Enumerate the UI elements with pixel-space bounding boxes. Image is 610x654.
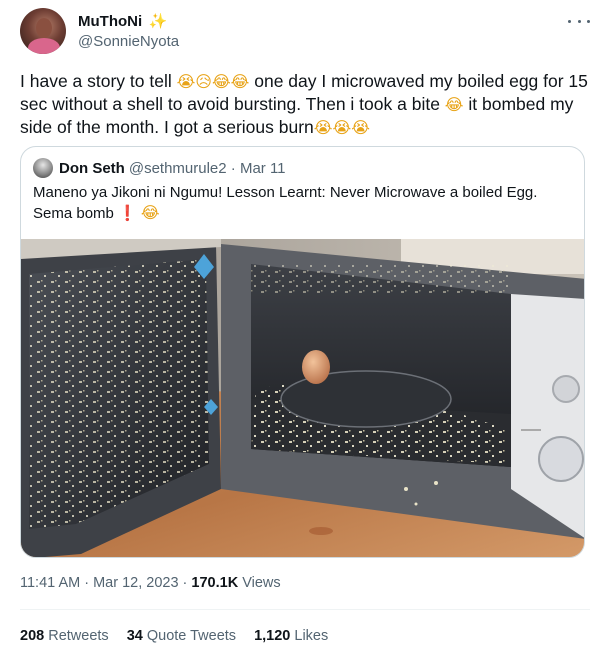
tweet-emoji-group3: 😭😭😭 [313,118,370,137]
quoted-tweet-header: Don Seth @sethmurule2 · Mar 11 [33,158,286,178]
avatar-face [36,18,52,38]
quoted-author-handle: @sethmurule2 · Mar 11 [128,159,286,177]
tweet-meta: 11:41 AM · Mar 12, 2023 · 170.1K Views [20,573,281,593]
retweets-count: 208 [20,628,45,644]
tweet-card: MuThoNi ✨ @SonnieNyota I have a story to… [0,0,610,654]
exclamation-icon: ❗ [118,204,137,222]
quoted-tweet[interactable]: Don Seth @sethmurule2 · Mar 11 Maneno ya… [20,146,585,558]
laughing-emoji-icon: 😂 [140,203,160,222]
author-names: MuThoNi ✨ @SonnieNyota [78,12,179,52]
avatar-shirt [28,38,60,54]
author-handle[interactable]: @SonnieNyota [78,32,179,52]
views-count: 170.1K [191,575,239,591]
divider [20,609,590,610]
likes-label: Likes [290,628,329,644]
retweets-label: Retweets [44,628,109,644]
quoted-tweet-text: Maneno ya Jikoni ni Ngumu! Lesson Learnt… [33,183,573,224]
quoted-text-line1: Maneno ya Jikoni ni Ngumu! Lesson Learnt… [33,184,538,201]
quote-tweets-link[interactable]: 34 Quote Tweets [127,626,236,646]
avatar[interactable] [20,8,66,54]
more-horizontal-icon[interactable] [568,14,590,28]
quoted-author-name: Don Seth [59,159,125,177]
views-label: Views [238,575,281,591]
retweets-link[interactable]: 208 Retweets [20,626,109,646]
tweet-header: MuThoNi ✨ @SonnieNyota [20,8,590,58]
quotes-label: Quote Tweets [142,628,237,644]
quoted-text-line2: Sema bomb [33,205,119,222]
tweet-emoji-group2: 😂 [444,95,464,114]
likes-link[interactable]: 1,120 Likes [254,626,328,646]
tweet-text-part1: I have a story to tell [20,71,177,91]
quotes-count: 34 [126,628,143,644]
author-display-name[interactable]: MuThoNi [78,13,142,30]
quoted-photo-microwave[interactable] [21,239,584,557]
tweet-emoji-group1: 😭😥😂😂 [176,72,250,91]
tweet-timestamp[interactable]: 11:41 AM · Mar 12, 2023 · [20,575,191,591]
quoted-avatar [33,158,53,178]
sparkles-icon: ✨ [148,13,168,30]
microwave-photo-illustration [21,239,584,557]
likes-count: 1,120 [254,628,291,644]
tweet-stats: 208 Retweets 34 Quote Tweets 1,120 Likes [20,626,328,646]
tweet-text: I have a story to tell 😭😥😂😂 one day I mi… [20,70,590,139]
